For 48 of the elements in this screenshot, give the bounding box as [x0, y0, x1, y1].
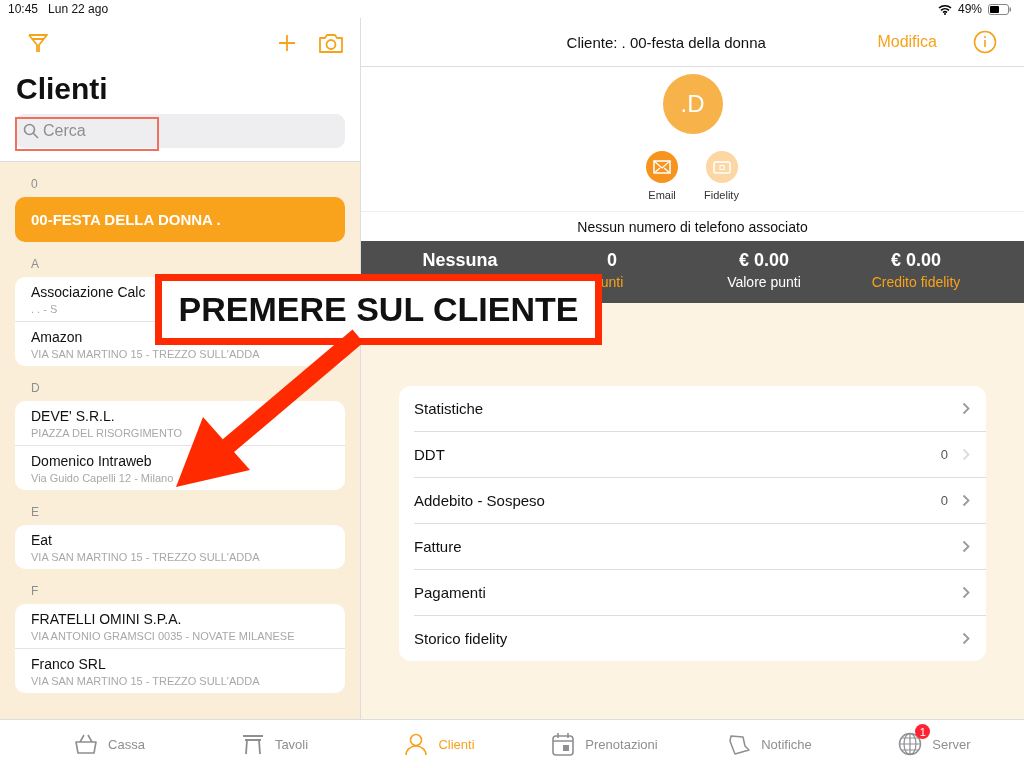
client-row[interactable]: DEVE' S.R.L. PIAZZA DEL RISORGIMENTO: [15, 401, 345, 445]
action-label: Email: [648, 189, 676, 201]
camera-icon[interactable]: [318, 32, 344, 54]
tab-item[interactable]: 1 Server: [852, 720, 1017, 768]
section-letter: 0: [30, 176, 39, 193]
section-letter: D: [30, 380, 41, 397]
stat-value: € 0.00: [890, 250, 941, 271]
battery-icon: [988, 3, 1012, 15]
client-row[interactable]: FRATELLI OMINI S.P.A. VIA ANTONIO GRAMSCI 0035 - NOVATE MILANESE: [15, 604, 345, 648]
action-label: Fidelity: [704, 189, 739, 201]
callout-tooltip: PREMERE SUL CLIENTE: [155, 274, 602, 345]
section-letter: A: [30, 256, 40, 273]
search-field[interactable]: Cerca: [15, 114, 345, 148]
envelope-icon: [653, 160, 672, 174]
section-letter: F: [30, 583, 40, 600]
section-letter: E: [30, 504, 40, 521]
stat-value: 0: [607, 250, 617, 271]
search-icon: [23, 123, 39, 139]
table-icon: [240, 733, 265, 755]
notification-badge: 1: [915, 724, 931, 739]
stat-value: Nessuna: [422, 250, 498, 271]
person-icon: [404, 732, 429, 756]
status-time: 10:45: [8, 2, 39, 16]
email-button[interactable]: [646, 151, 679, 183]
client-row[interactable]: Franco SRL VIA SAN MARTINO 15 - TREZZO SULL'ADDA: [15, 648, 345, 693]
menu-row[interactable]: Pagamenti: [414, 569, 986, 615]
stat-label: Valore punti: [727, 274, 801, 290]
basket-icon: [74, 733, 99, 755]
page-title: Clienti: [16, 72, 109, 106]
phone-note: Nessun numero di telefono associato: [576, 218, 809, 237]
add-icon[interactable]: [278, 34, 296, 52]
info-icon[interactable]: [973, 30, 997, 54]
stat-label: unti: [600, 274, 624, 290]
calendar-icon: [551, 732, 576, 756]
card-icon: [712, 160, 731, 174]
filter-icon[interactable]: [27, 32, 49, 54]
client-row[interactable]: Eat VIA SAN MARTINO 15 - TREZZO SULL'ADDA: [15, 525, 345, 569]
menu-row[interactable]: Statistiche: [414, 386, 986, 431]
detail-title: Cliente: . 00-festa della donna: [565, 33, 767, 51]
battery-percent: 49%: [957, 2, 982, 16]
stat-label: Credito fidelity: [871, 274, 961, 290]
menu-row[interactable]: Addebito - Sospeso 0: [414, 477, 986, 523]
avatar-circle: .D: [662, 74, 723, 134]
menu-row[interactable]: Storico fidelity: [414, 615, 986, 661]
menu-row[interactable]: Fatture: [414, 523, 986, 569]
wifi-icon: [937, 3, 952, 15]
status-date: Lun 22 ago: [48, 2, 109, 16]
stat-value: € 0.00: [738, 250, 789, 271]
